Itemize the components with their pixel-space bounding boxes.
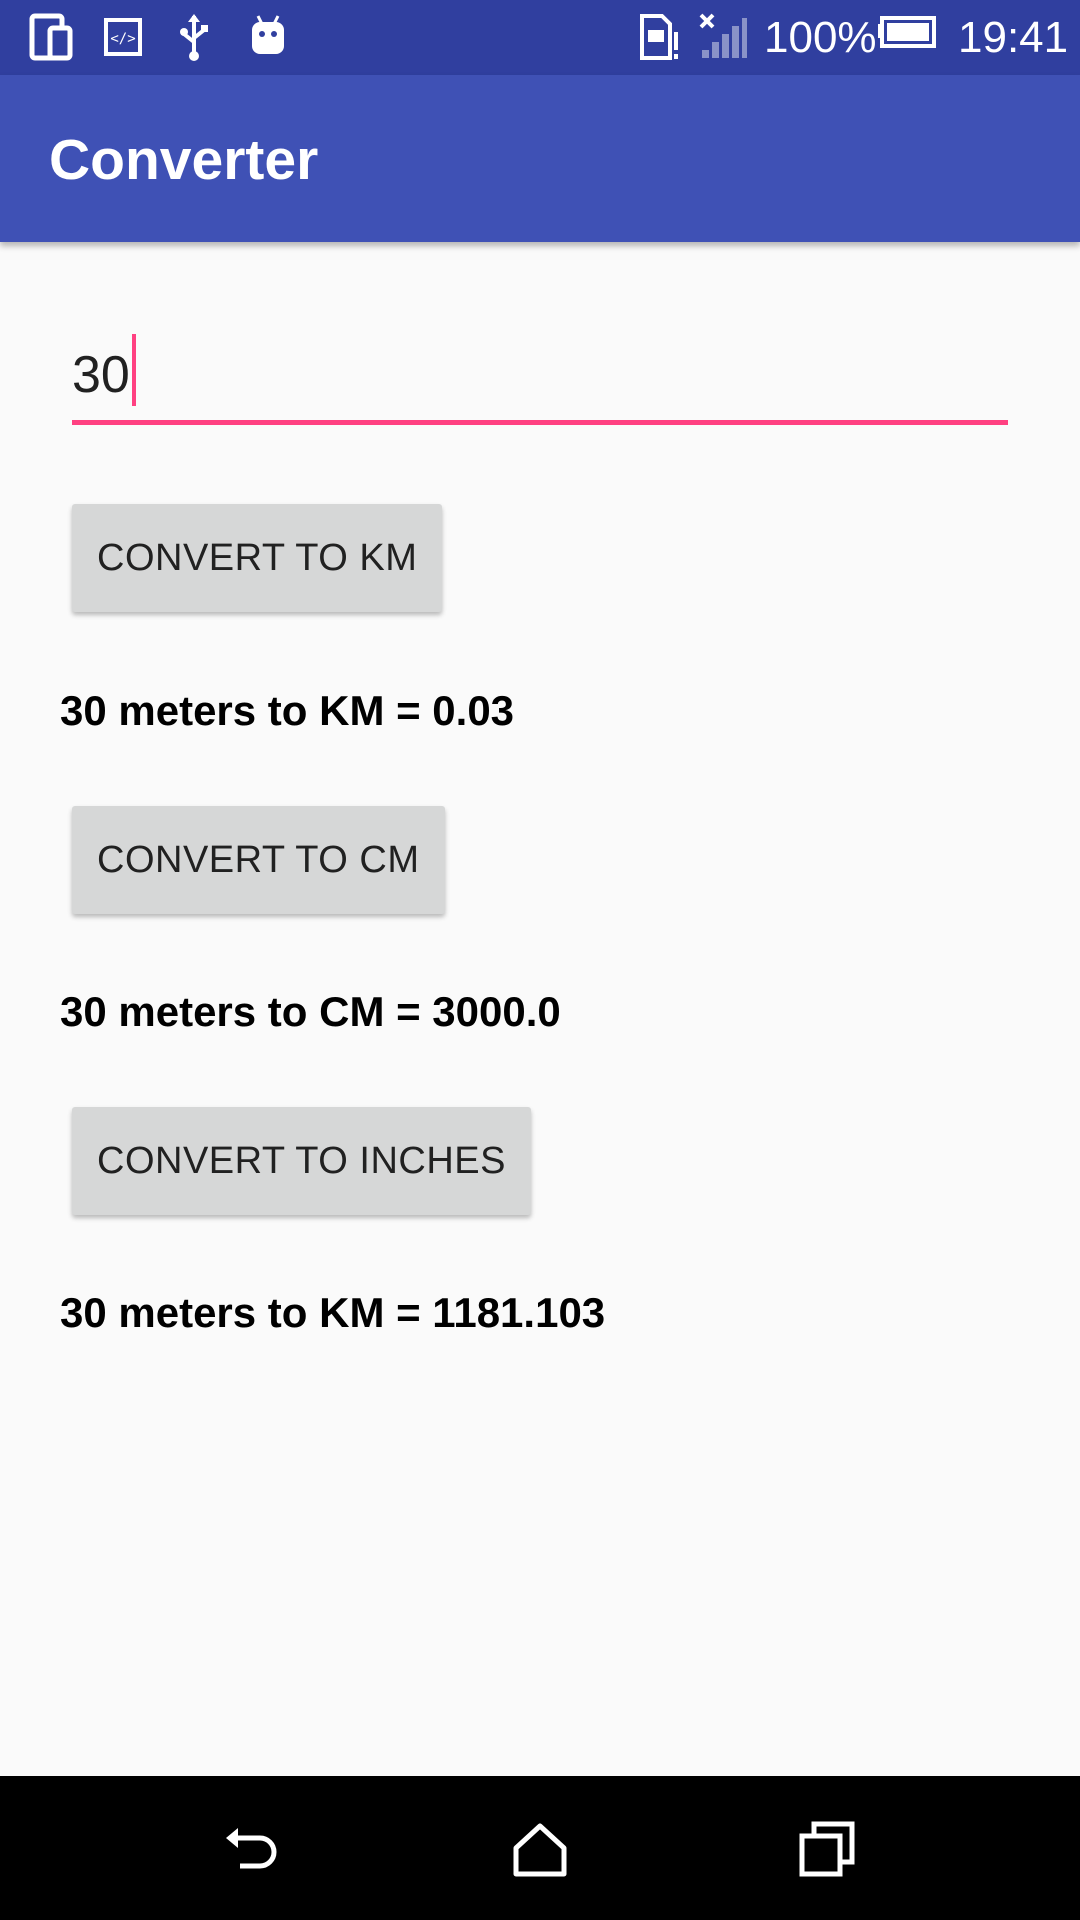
meters-input-value[interactable]: 30 [72,334,136,407]
cm-result: 30 meters to CM = 3000.0 [60,988,561,1035]
usb-icon [180,14,208,61]
sim-alert-icon [640,14,678,60]
meters-input-text: 30 [72,346,130,404]
battery-percent: 100% [764,13,877,62]
meters-input[interactable]: 30 [72,330,1008,425]
convert-to-cm-button[interactable]: CONVERT TO CM [72,806,445,914]
battery-icon [878,16,936,48]
device-icon [29,13,73,61]
km-result: 30 meters to KM = 0.03 [60,687,515,734]
status-bar: </> 100% 19:41 [0,0,1080,75]
app-title: Converter [49,128,319,192]
signal-icon [699,13,747,58]
navigation-bar [0,1776,1080,1920]
code-icon: </> [104,18,142,56]
app-bar: Converter [0,75,1080,242]
recents-icon[interactable] [796,1818,860,1882]
text-caret [131,334,136,406]
home-icon[interactable] [508,1818,572,1882]
convert-to-inches-button[interactable]: CONVERT TO INCHES [72,1107,532,1215]
android-icon [252,15,284,54]
convert-to-km-button[interactable]: CONVERT TO KM [72,504,443,612]
svg-text:</>: </> [110,31,135,47]
back-icon[interactable] [220,1818,284,1882]
status-time: 19:41 [958,13,1069,62]
inches-result: 30 meters to KM = 1181.103 [60,1289,606,1336]
